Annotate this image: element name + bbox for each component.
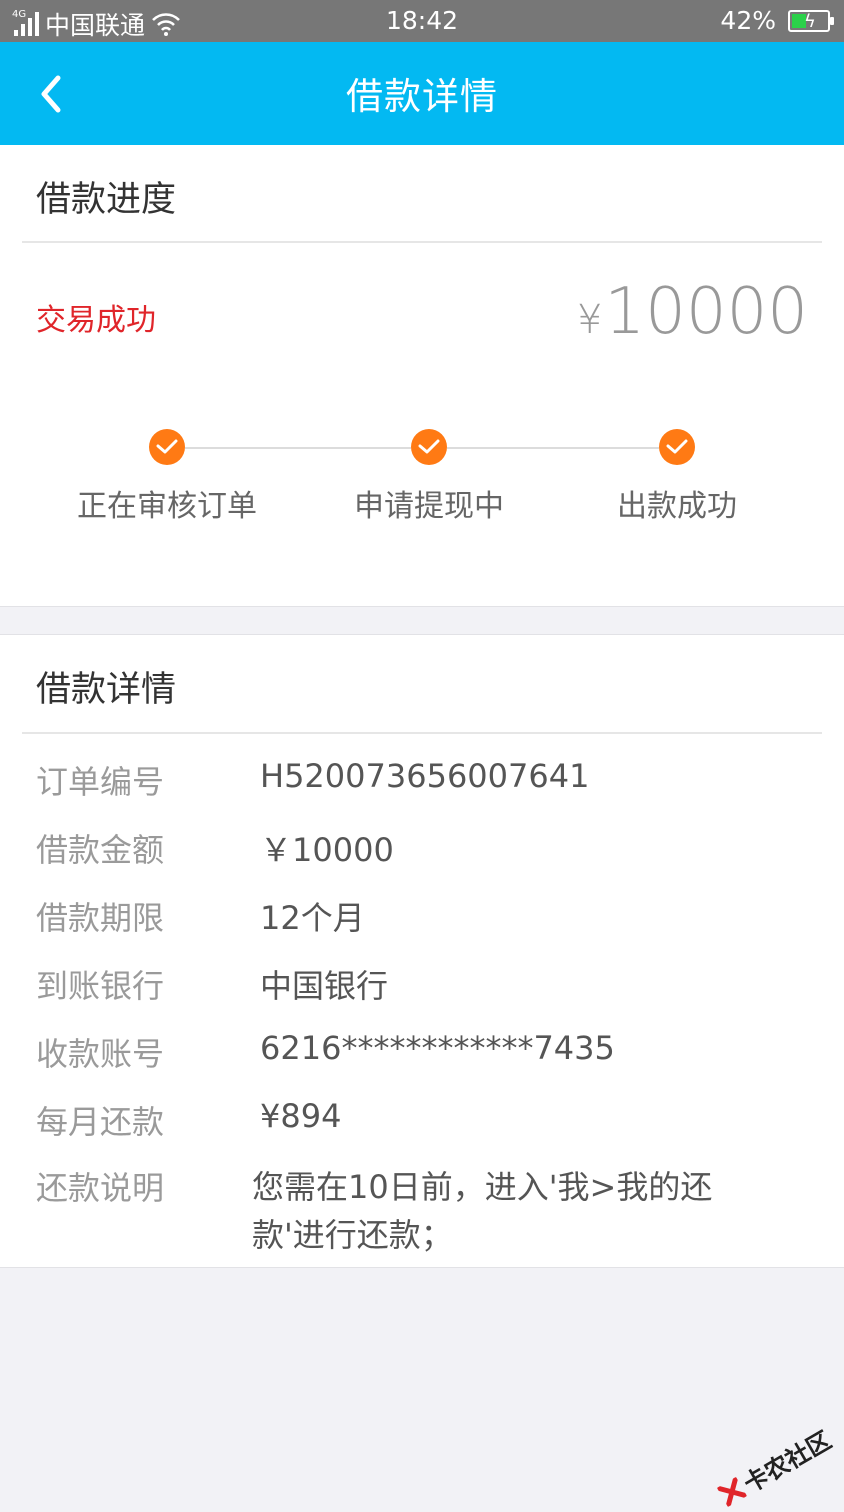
page-title: 借款详情: [0, 66, 844, 120]
monthly-repayment: ¥894: [260, 1097, 341, 1135]
divider: [22, 241, 822, 243]
order-number: H520073656007641: [260, 757, 589, 795]
nav-bar: 借款详情: [0, 42, 844, 145]
detail-key: 还款说明: [36, 1163, 164, 1209]
transaction-status: 交易成功: [36, 295, 156, 339]
step-connector: [447, 447, 659, 449]
divider: [22, 732, 822, 734]
detail-key: 借款金额: [36, 825, 164, 871]
detail-key: 借款期限: [36, 893, 164, 939]
step-connector: [185, 447, 411, 449]
step-done-icon: [149, 429, 185, 465]
step-label: 出款成功: [617, 481, 737, 525]
loan-amount: ¥10000: [577, 275, 808, 349]
progress-section-title: 借款进度: [36, 171, 176, 222]
watermark-text: 卡农社区: [736, 1421, 837, 1499]
detail-key: 每月还款: [36, 1097, 164, 1143]
status-time: 18:42: [0, 6, 844, 35]
account-number: 6216************7435: [260, 1029, 615, 1067]
step-done-icon: [411, 429, 447, 465]
progress-steps: 正在审核订单 申请提现中 出款成功: [0, 425, 844, 525]
watermark-logo: 卡农社区: [713, 1421, 836, 1512]
loan-amount-value: ￥10000: [260, 825, 394, 871]
amount-value: 10000: [604, 275, 808, 349]
charging-bolt-icon: ϟ: [804, 11, 816, 32]
progress-card: 借款进度 交易成功 ¥10000 正在审核订单 申请提现中 出款成功: [0, 145, 844, 607]
step-label: 申请提现中: [354, 481, 504, 525]
amount-currency: ¥: [577, 297, 602, 343]
status-right: 42% ϟ: [720, 6, 830, 35]
loan-term: 12个月: [260, 893, 365, 939]
status-bar: 4G 中国联通 18:42 42% ϟ: [0, 0, 844, 42]
receiving-bank: 中国银行: [260, 961, 388, 1007]
battery-percent: 42%: [720, 6, 776, 35]
detail-key: 订单编号: [36, 757, 164, 803]
repayment-note: 您需在10日前，进入'我>我的还款'进行还款；: [252, 1163, 772, 1259]
detail-key: 到账银行: [36, 961, 164, 1007]
step-label: 正在审核订单: [77, 481, 257, 525]
detail-card: 借款详情 订单编号 H520073656007641 借款金额 ￥10000 借…: [0, 634, 844, 1268]
detail-key: 收款账号: [36, 1029, 164, 1075]
step-done-icon: [659, 429, 695, 465]
battery-icon: ϟ: [788, 10, 830, 32]
detail-section-title: 借款详情: [36, 661, 176, 712]
